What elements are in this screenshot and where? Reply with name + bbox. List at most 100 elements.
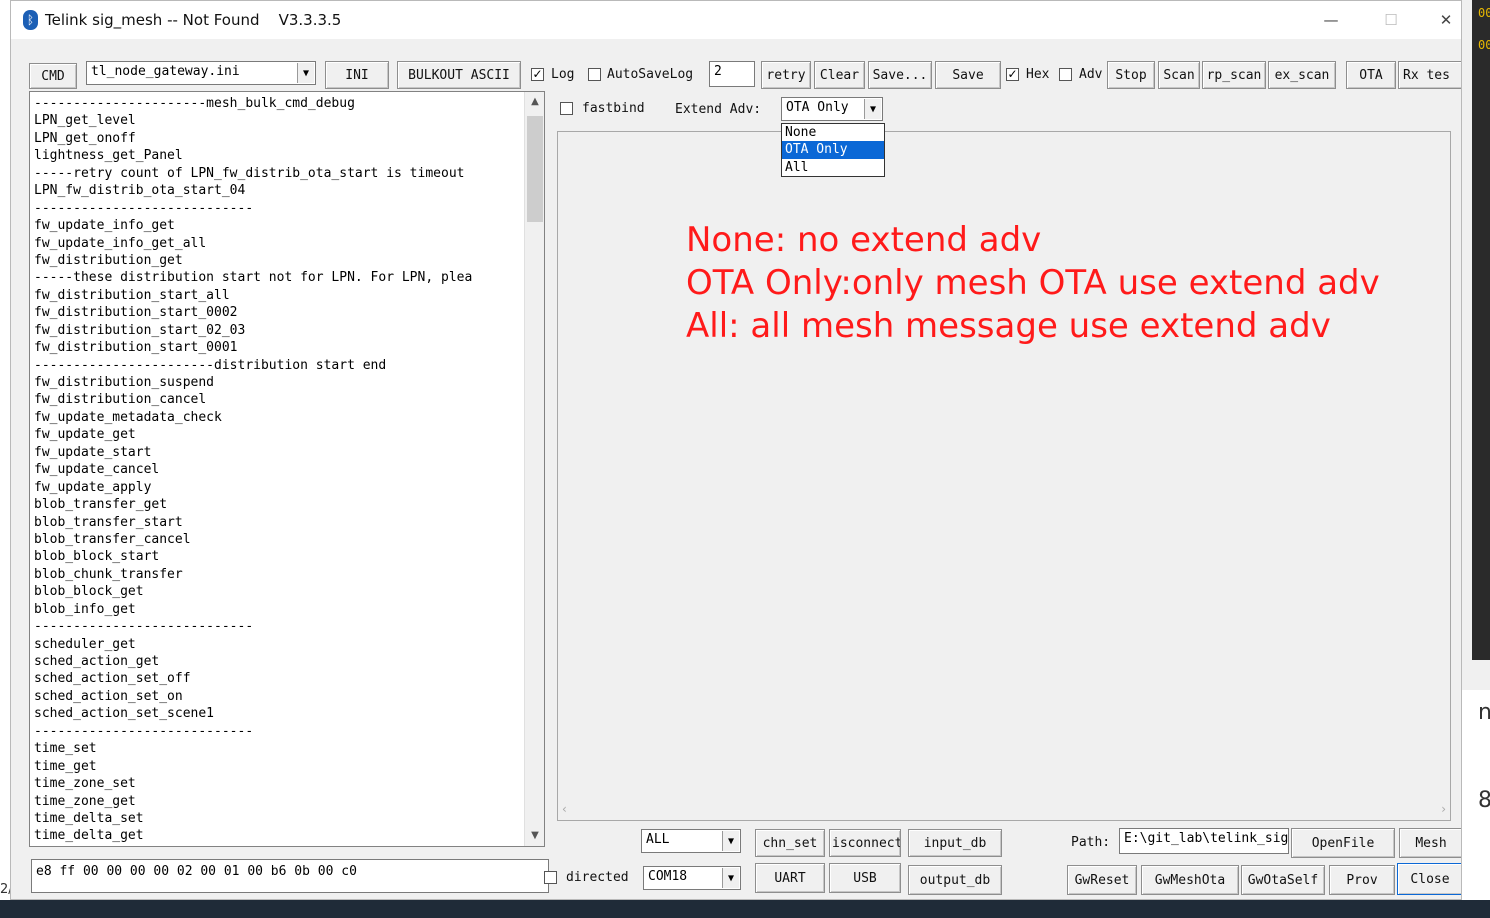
uart-button[interactable]: UART bbox=[755, 863, 825, 893]
autosavelog-checkbox[interactable] bbox=[588, 68, 601, 81]
list-item[interactable]: blob_block_get bbox=[34, 583, 522, 600]
vertical-scrollbar[interactable]: ▲ ▼ bbox=[524, 92, 544, 846]
gw-mesh-ota-button[interactable]: GwMeshOta bbox=[1141, 865, 1239, 895]
list-item[interactable]: lightness_get_Panel bbox=[34, 147, 522, 164]
list-item[interactable]: LPN_get_level bbox=[34, 112, 522, 129]
chn-set-button[interactable]: chn_set bbox=[755, 829, 825, 857]
list-item[interactable]: sched_action_set_scene1 bbox=[34, 705, 522, 722]
list-item[interactable]: ---------------------------- bbox=[34, 723, 522, 740]
prov-button[interactable]: Prov bbox=[1329, 865, 1395, 895]
save-as-button[interactable]: Save... bbox=[868, 61, 932, 89]
ini-button[interactable]: INI bbox=[325, 61, 389, 89]
list-item[interactable]: blob_transfer_start bbox=[34, 514, 522, 531]
command-list[interactable]: ----------------------mesh_bulk_cmd_debu… bbox=[29, 91, 545, 847]
list-item[interactable]: time_set bbox=[34, 740, 522, 757]
hex-command-input[interactable]: e8 ff 00 00 00 00 02 00 01 00 b6 0b 00 c… bbox=[31, 859, 549, 893]
save-button[interactable]: Save bbox=[935, 61, 1001, 89]
list-item[interactable]: ---------------------------- bbox=[34, 200, 522, 217]
list-item[interactable]: time_delta_set bbox=[34, 810, 522, 827]
gw-ota-self-button[interactable]: GwOtaSelf bbox=[1241, 865, 1325, 895]
list-item[interactable]: LPN_get_onoff bbox=[34, 130, 522, 147]
rx-test-button[interactable]: Rx tes bbox=[1398, 61, 1461, 89]
list-item[interactable]: time_zone_get bbox=[34, 793, 522, 810]
list-item[interactable]: fw_update_start bbox=[34, 444, 522, 461]
close-window-button[interactable]: ✕ bbox=[1429, 7, 1461, 33]
list-item[interactable]: time_get bbox=[34, 758, 522, 775]
list-item[interactable]: fw_distribution_cancel bbox=[34, 391, 522, 408]
maximize-button[interactable]: ☐ bbox=[1371, 7, 1411, 33]
close-button[interactable]: Close bbox=[1397, 863, 1461, 895]
scroll-up-icon[interactable]: ▲ bbox=[525, 92, 544, 112]
chevron-down-icon[interactable]: ▼ bbox=[297, 63, 314, 83]
list-item[interactable]: fw_update_info_get bbox=[34, 217, 522, 234]
ini-file-select[interactable]: tl_node_gateway.ini ▼ bbox=[86, 61, 316, 85]
hex-checkbox[interactable]: ✓ bbox=[1006, 68, 1019, 81]
list-item[interactable]: sched_action_get bbox=[34, 653, 522, 670]
dropdown-option-all[interactable]: All bbox=[782, 159, 884, 176]
list-item[interactable]: ---------------------------- bbox=[34, 618, 522, 635]
list-item[interactable]: time_delta_get bbox=[34, 827, 522, 844]
log-panel[interactable]: None: no extend adv OTA Only:only mesh O… bbox=[557, 131, 1451, 821]
list-item[interactable]: fw_distribution_start_all bbox=[34, 287, 522, 304]
list-item[interactable]: fw_distribution_start_02_03 bbox=[34, 322, 522, 339]
bulkout-ascii-button[interactable]: BULKOUT ASCII bbox=[397, 61, 521, 89]
list-item[interactable]: fw_distribution_start_0002 bbox=[34, 304, 522, 321]
list-item[interactable]: fw_update_metadata_check bbox=[34, 409, 522, 426]
list-item[interactable]: fw_update_apply bbox=[34, 479, 522, 496]
scrollbar-thumb[interactable] bbox=[527, 116, 543, 222]
list-item[interactable]: scheduler_get bbox=[34, 636, 522, 653]
com-port-select[interactable]: COM18 ▼ bbox=[643, 866, 741, 890]
fastbind-checkbox[interactable] bbox=[560, 102, 573, 115]
list-item[interactable]: fw_distribution_start_0001 bbox=[34, 339, 522, 356]
list-item[interactable]: fw_update_get bbox=[34, 426, 522, 443]
input-db-button[interactable]: input_db bbox=[908, 829, 1002, 857]
stop-button[interactable]: Stop bbox=[1107, 61, 1155, 89]
list-item[interactable]: ----------------------mesh_bulk_cmd_debu… bbox=[34, 95, 522, 112]
isconnect-button[interactable]: isconnect bbox=[829, 829, 901, 857]
ota-button[interactable]: OTA bbox=[1346, 61, 1396, 89]
extend-adv-select[interactable]: OTA Only ▼ bbox=[781, 97, 883, 121]
output-db-button[interactable]: output_db bbox=[908, 865, 1002, 895]
list-item[interactable]: LPN_fw_distrib_ota_start_04 bbox=[34, 182, 522, 199]
scan-button[interactable]: Scan bbox=[1158, 61, 1200, 89]
list-item[interactable]: time_zone_set bbox=[34, 775, 522, 792]
mesh-button[interactable]: Mesh bbox=[1399, 828, 1461, 858]
open-file-button[interactable]: OpenFile bbox=[1291, 828, 1395, 858]
list-item[interactable]: blob_transfer_get bbox=[34, 496, 522, 513]
list-item[interactable]: -----retry count of LPN_fw_distrib_ota_s… bbox=[34, 165, 522, 182]
scroll-left-icon[interactable]: ‹ bbox=[562, 802, 567, 816]
list-item[interactable]: -----these distribution start not for LP… bbox=[34, 269, 522, 286]
chevron-down-icon[interactable]: ▼ bbox=[722, 868, 739, 888]
list-item[interactable]: fw_update_cancel bbox=[34, 461, 522, 478]
scroll-down-icon[interactable]: ▼ bbox=[525, 826, 544, 846]
ex-scan-button[interactable]: ex_scan bbox=[1268, 61, 1336, 89]
adv-checkbox[interactable] bbox=[1059, 68, 1072, 81]
scroll-right-icon[interactable]: › bbox=[1441, 802, 1446, 816]
minimize-button[interactable]: — bbox=[1311, 7, 1351, 33]
dropdown-option-none[interactable]: None bbox=[782, 124, 884, 141]
list-item[interactable]: fw_distribution_get bbox=[34, 252, 522, 269]
clear-button[interactable]: Clear bbox=[814, 61, 865, 89]
cmd-button[interactable]: CMD bbox=[29, 63, 77, 89]
chevron-down-icon[interactable]: ▼ bbox=[864, 99, 881, 119]
destination-select[interactable]: ALL ▼ bbox=[641, 829, 741, 853]
retry-count-input[interactable]: 2 bbox=[709, 61, 755, 87]
list-item[interactable]: fw_update_info_get_all bbox=[34, 235, 522, 252]
list-item[interactable]: sched_action_set_on bbox=[34, 688, 522, 705]
directed-checkbox[interactable] bbox=[544, 871, 557, 884]
list-item[interactable]: -----------------------distribution star… bbox=[34, 357, 522, 374]
list-item[interactable]: sched_action_set_off bbox=[34, 670, 522, 687]
retry-button[interactable]: retry bbox=[761, 61, 811, 89]
log-checkbox[interactable]: ✓ bbox=[531, 68, 544, 81]
path-input[interactable]: E:\git_lab\telink_sig_mesh bbox=[1119, 828, 1289, 854]
chevron-down-icon[interactable]: ▼ bbox=[722, 831, 739, 851]
list-item[interactable]: blob_info_get bbox=[34, 601, 522, 618]
list-item[interactable]: blob_transfer_cancel bbox=[34, 531, 522, 548]
usb-button[interactable]: USB bbox=[829, 863, 901, 893]
gw-reset-button[interactable]: GwReset bbox=[1067, 865, 1137, 895]
dropdown-option-ota-only[interactable]: OTA Only bbox=[782, 141, 884, 159]
list-item[interactable]: blob_block_start bbox=[34, 548, 522, 565]
list-item[interactable]: fw_distribution_suspend bbox=[34, 374, 522, 391]
list-item[interactable]: blob_chunk_transfer bbox=[34, 566, 522, 583]
rp-scan-button[interactable]: rp_scan bbox=[1202, 61, 1266, 89]
